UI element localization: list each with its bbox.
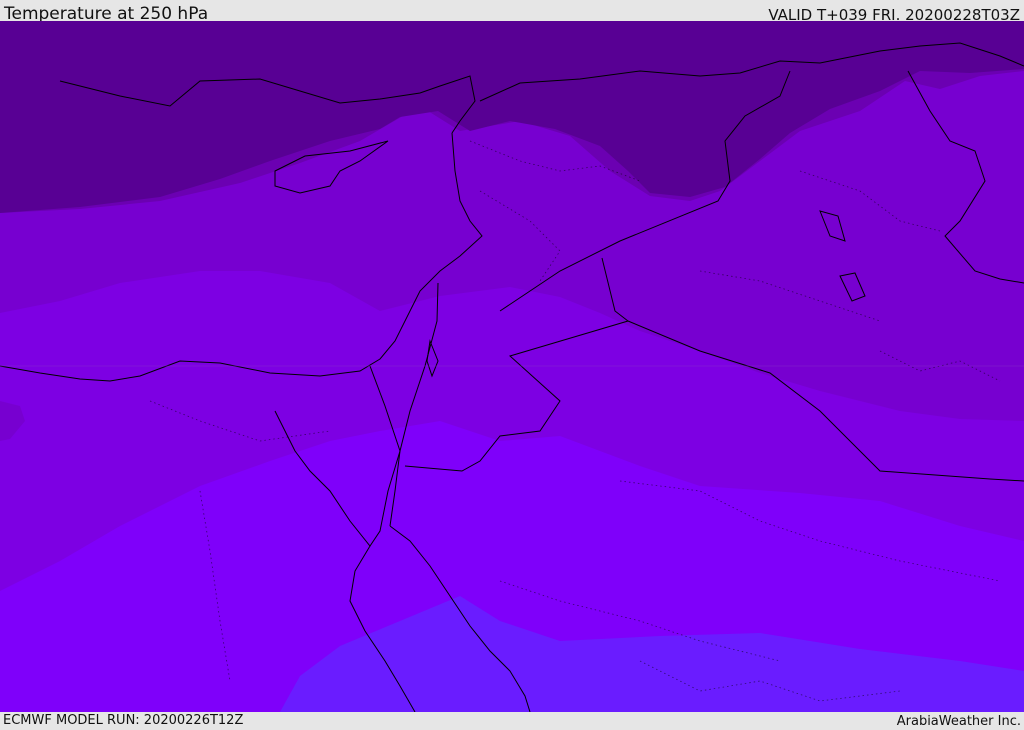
footer-bar: ECMWF MODEL RUN: 20200226T12Z ArabiaWeat… [0,712,1024,729]
temperature-map[interactable] [0,21,1024,712]
map-canvas [0,21,1024,712]
brand-label: ArabiaWeather Inc. [896,714,1021,729]
model-run-label: ECMWF MODEL RUN: 20200226T12Z [3,713,244,728]
header-bar: Temperature at 250 hPa VALID T+039 FRI. … [0,0,1024,24]
